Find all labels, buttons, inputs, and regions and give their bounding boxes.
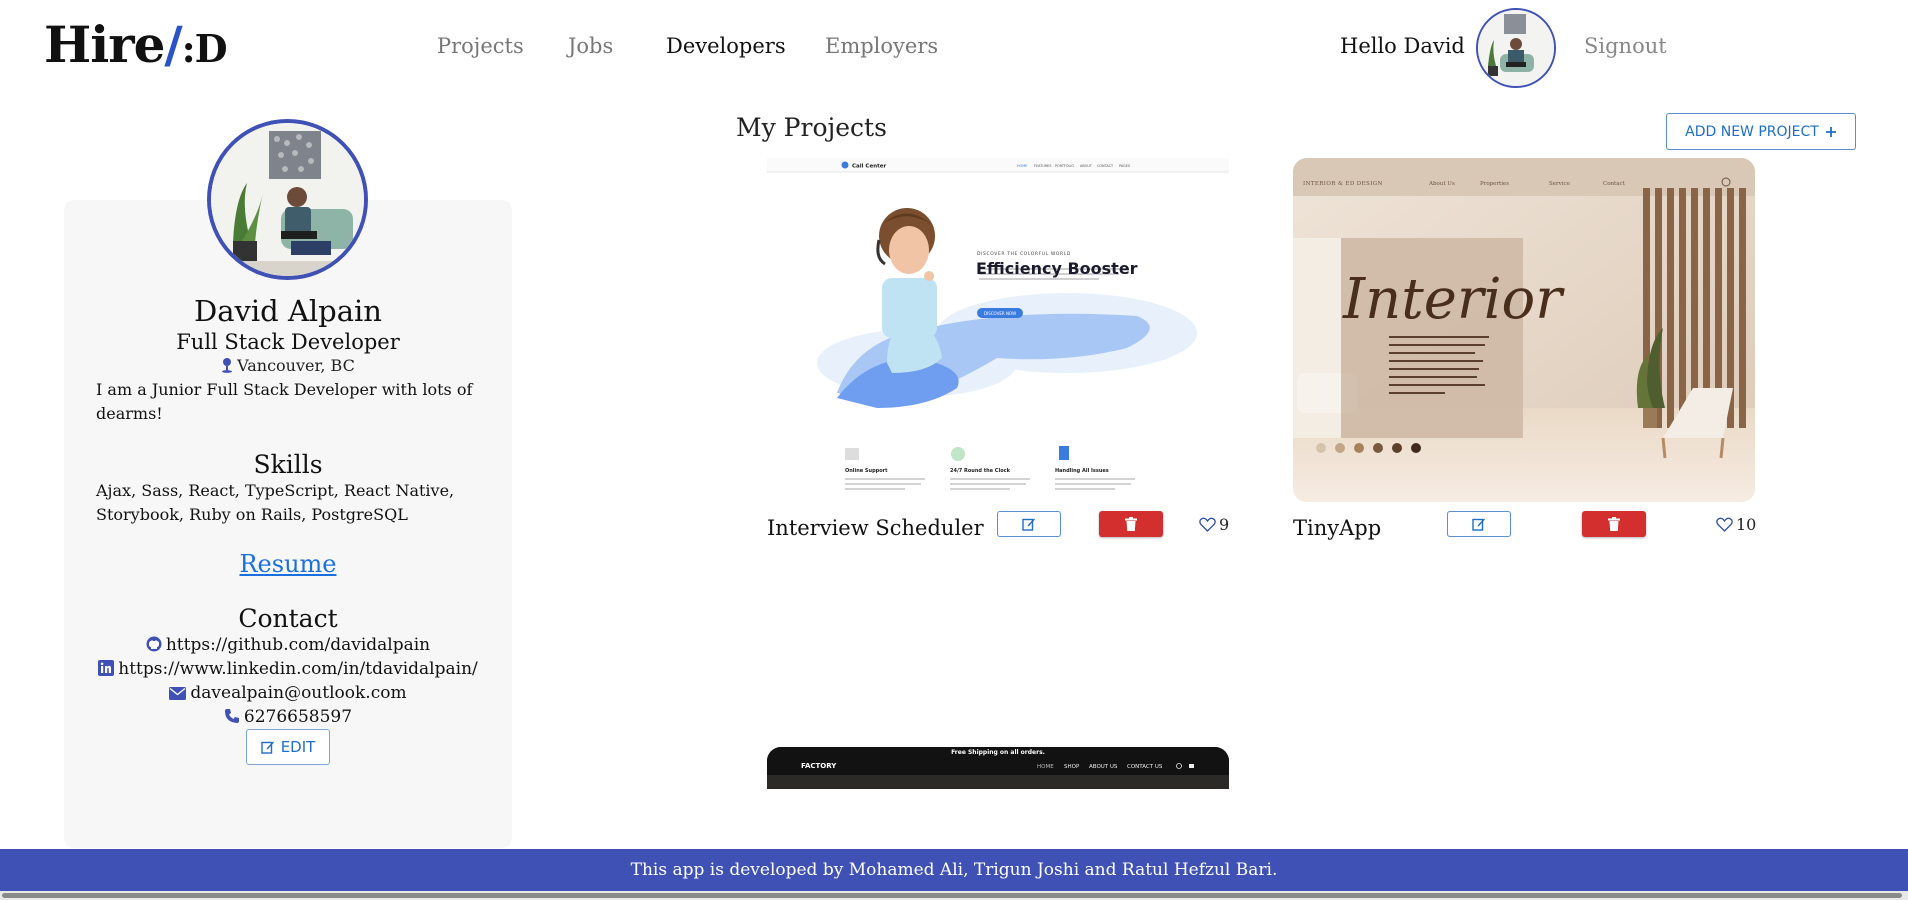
profile-title: Full Stack Developer	[176, 330, 400, 354]
like-button[interactable]: 10	[1716, 515, 1756, 534]
logo-slash: /	[164, 15, 182, 74]
cc-headline: Efficiency Booster	[976, 259, 1138, 278]
factory-brand: FACTORY	[801, 762, 837, 770]
cc-feature-2: Handling All Issues	[1055, 468, 1109, 474]
linkedin-icon	[98, 660, 115, 676]
nav-jobs[interactable]: Jobs	[568, 34, 613, 58]
horizontal-scrollbar[interactable]	[0, 891, 1908, 900]
heart-icon	[1199, 517, 1216, 532]
cc-nav-3: ABOUT	[1080, 164, 1093, 168]
skills-list: Ajax, Sass, React, TypeScript, React Nat…	[96, 481, 455, 524]
github-icon	[146, 636, 162, 652]
interior-nav-2: Service	[1549, 181, 1570, 187]
project-thumbnail-interview-scheduler[interactable]: DISCOVER NOW Call Center HOME FEATURES P…	[767, 158, 1229, 502]
footer: This app is developed by Mohamed Ali, Tr…	[0, 849, 1908, 891]
delete-project-button[interactable]	[1099, 511, 1163, 537]
contact-linkedin: https://www.linkedin.com/in/tdavidalpain…	[64, 659, 512, 679]
add-project-button[interactable]: ADD NEW PROJECT	[1666, 113, 1856, 150]
thumbnail-interior-art: INTERIOR & ED DESIGN About Us Properties…	[1293, 158, 1755, 502]
logo-main: Hire	[44, 15, 165, 74]
phone-icon	[224, 709, 239, 723]
interior-nav-3: Contact	[1603, 181, 1626, 187]
cc-nav-4: CONTACT	[1097, 164, 1114, 168]
cc-feature-0: Online Support	[845, 468, 888, 474]
factory-nav-0: HOME	[1037, 764, 1054, 770]
contact-phone: 6276658597	[64, 707, 512, 727]
contact-github: https://github.com/davidalpain	[64, 635, 512, 655]
cc-kicker: DISCOVER THE COLORFUL WORLD	[977, 251, 1071, 257]
cc-nav-1: FEATURES	[1034, 164, 1051, 168]
add-project-label: ADD NEW PROJECT	[1685, 123, 1819, 140]
profile-avatar	[207, 119, 368, 280]
project-thumbnail-factory[interactable]: Free Shipping on all orders. FACTORY HOM…	[767, 747, 1229, 789]
signout-link[interactable]: Signout	[1584, 34, 1667, 58]
heart-icon	[1716, 517, 1733, 532]
project-thumbnail-tinyapp[interactable]: INTERIOR & ED DESIGN About Us Properties…	[1293, 158, 1755, 502]
app-logo[interactable]: Hire/:D	[44, 14, 228, 80]
resume-label[interactable]: Resume	[239, 550, 336, 578]
mail-icon	[169, 687, 187, 700]
nav-projects[interactable]: Projects	[437, 34, 524, 58]
resume-link: Resume	[64, 550, 512, 578]
factory-nav-1: SHOP	[1064, 764, 1080, 770]
projects-heading: My Projects	[736, 113, 887, 142]
interior-headline: Interior	[1342, 267, 1565, 332]
nav-employers[interactable]: Employers	[825, 34, 938, 58]
nav-developers[interactable]: Developers	[666, 34, 786, 58]
plus-icon	[1825, 126, 1836, 137]
github-url[interactable]: https://github.com/davidalpain	[166, 635, 430, 655]
profile-name: David Alpain	[193, 294, 382, 328]
logo-tail: :D	[181, 26, 228, 71]
cc-brand-text: Call Center	[852, 164, 886, 170]
trash-icon	[1125, 517, 1137, 531]
like-count: 10	[1736, 515, 1757, 534]
phone-number: 6276658597	[243, 707, 353, 727]
interior-nav-1: Properties	[1480, 181, 1509, 187]
cc-nav-5: PAGES	[1119, 164, 1130, 168]
contact-email: davealpain@outlook.com	[64, 683, 512, 703]
avatar-photo	[1478, 10, 1554, 86]
skills-heading: Skills	[253, 450, 323, 479]
profile-location: Vancouver, BC	[64, 356, 512, 375]
location-pin-icon	[222, 358, 233, 373]
interior-nav-0: About Us	[1428, 181, 1455, 187]
edit-profile-button[interactable]: EDIT	[246, 729, 330, 765]
greeting: Hello David	[1340, 34, 1465, 58]
edit-icon	[1472, 518, 1485, 531]
edit-icon	[260, 741, 274, 754]
like-button[interactable]: 9	[1199, 515, 1229, 534]
like-count: 9	[1219, 515, 1230, 534]
user-avatar[interactable]	[1476, 8, 1556, 88]
interior-brand: INTERIOR & ED DESIGN	[1303, 181, 1383, 187]
edit-project-button[interactable]	[997, 511, 1061, 537]
profile-bio: I am a Junior Full Stack Developer with …	[96, 380, 473, 423]
delete-project-button[interactable]	[1582, 511, 1646, 537]
cc-feature-1: 24/7 Round the Clock	[950, 468, 1011, 474]
cc-nav-2: PORTFOLIO	[1055, 164, 1074, 168]
edit-icon	[1022, 518, 1035, 531]
location-text: Vancouver, BC	[237, 356, 355, 375]
project-name-tinyapp[interactable]: TinyApp	[1293, 516, 1381, 540]
profile-photo	[211, 123, 364, 276]
factory-nav-3: CONTACT US	[1127, 764, 1163, 770]
factory-topbar: Free Shipping on all orders.	[951, 749, 1045, 756]
thumbnail-factory-art: Free Shipping on all orders. FACTORY HOM…	[767, 747, 1229, 789]
factory-nav-2: ABOUT US	[1089, 764, 1118, 770]
edit-project-button[interactable]	[1447, 511, 1511, 537]
linkedin-url[interactable]: https://www.linkedin.com/in/tdavidalpain…	[118, 659, 478, 679]
thumbnail-callcenter-art: DISCOVER NOW Call Center HOME FEATURES P…	[767, 158, 1229, 502]
contact-heading: Contact	[238, 604, 338, 633]
email-address[interactable]: davealpain@outlook.com	[190, 683, 406, 703]
trash-icon	[1608, 517, 1620, 531]
project-name-interview-scheduler[interactable]: Interview Scheduler	[767, 516, 984, 540]
factory-cart-icon	[1189, 764, 1194, 768]
cc-nav-0: HOME	[1017, 164, 1027, 168]
edit-profile-label: EDIT	[280, 738, 316, 756]
scrollbar-thumb[interactable]	[2, 893, 1902, 898]
footer-text: This app is developed by Mohamed Ali, Tr…	[630, 860, 1278, 880]
cc-cta-text: DISCOVER NOW	[984, 311, 1016, 316]
